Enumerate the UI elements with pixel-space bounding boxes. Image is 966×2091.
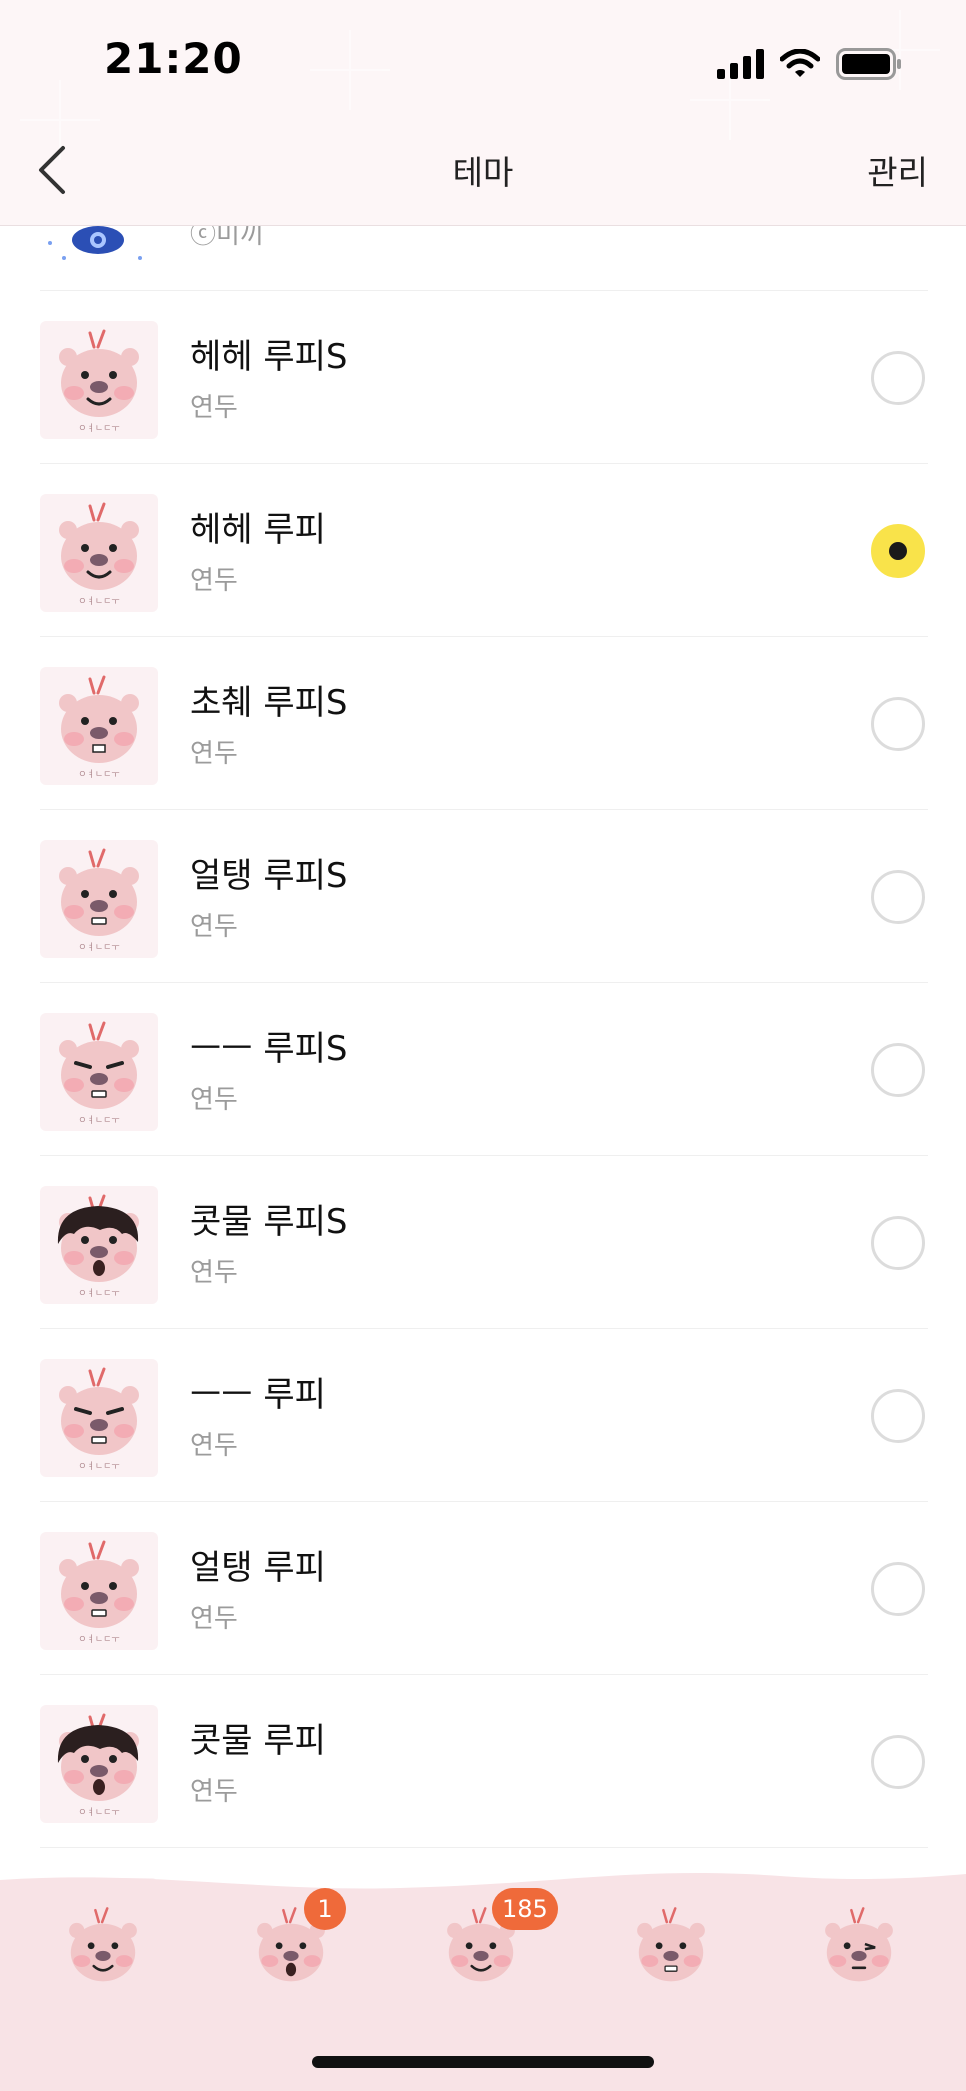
- tab-shopping[interactable]: [616, 1900, 726, 2020]
- theme-title: 콧물 루피S: [190, 1202, 348, 1242]
- theme-item[interactable]: ㅇㅕㄴㄷㅜ 콧물 루피 연두: [40, 1675, 928, 1848]
- wifi-icon: [780, 49, 820, 79]
- theme-item[interactable]: ㅇㅕㄴㄷㅜ 헤헤 루피S 연두: [40, 291, 928, 464]
- home-indicator: [312, 2056, 654, 2068]
- theme-item[interactable]: ㅇㅕㄴㄷㅜ 얼탱 루피S 연두: [40, 810, 928, 983]
- svg-text:ㅇㅕㄴㄷㅜ: ㅇㅕㄴㄷㅜ: [78, 942, 119, 953]
- theme-item[interactable]: ㅇㅕㄴㄷㅜ ㅡㅡ 루피S 연두: [40, 983, 928, 1156]
- theme-author: 연두: [190, 1604, 238, 1634]
- theme-item[interactable]: ㅇㅕㄴㄷㅜ ㅡㅡ 루피 연두: [40, 1329, 928, 1502]
- theme-radio[interactable]: [871, 1735, 925, 1789]
- theme-author: 연두: [190, 1085, 238, 1115]
- loopy-thumbnail: ㅇㅕㄴㄷㅜ: [40, 1186, 158, 1304]
- theme-title: 콧물 루피: [190, 1721, 326, 1761]
- theme-item[interactable]: ㅇㅕㄴㄷㅜ 얼탱 루피 연두: [40, 1502, 928, 1675]
- tab-friends[interactable]: [48, 1900, 158, 2020]
- theme-radio[interactable]: [871, 697, 925, 751]
- theme-title: 얼탱 루피: [190, 1548, 326, 1588]
- tab-chats[interactable]: 1: [236, 1888, 346, 2020]
- svg-text:ㅇㅕㄴㄷㅜ: ㅇㅕㄴㄷㅜ: [78, 1461, 119, 1472]
- svg-text:ㅇㅕㄴㄷㅜ: ㅇㅕㄴㄷㅜ: [78, 1115, 119, 1126]
- status-icons: [717, 44, 902, 84]
- loopy-thumbnail: ㅇㅕㄴㄷㅜ: [40, 667, 158, 785]
- theme-radio[interactable]: [871, 1562, 925, 1616]
- loopy-thumbnail: ㅇㅕㄴㄷㅜ: [40, 321, 158, 439]
- tab-more[interactable]: [804, 1900, 914, 2020]
- svg-text:ㅇㅕㄴㄷㅜ: ㅇㅕㄴㄷㅜ: [78, 1288, 119, 1299]
- theme-item[interactable]: ㅇㅕㄴㄷㅜ 헤헤 루피 연두: [40, 464, 928, 637]
- openchat-badge: 185: [492, 1888, 558, 1930]
- back-button[interactable]: [22, 138, 82, 202]
- theme-title: 얼탱 루피S: [190, 856, 348, 896]
- svg-text:ㅇㅕㄴㄷㅜ: ㅇㅕㄴㄷㅜ: [78, 769, 119, 780]
- svg-text:ㅇㅕㄴㄷㅜ: ㅇㅕㄴㄷㅜ: [78, 1634, 119, 1645]
- loopy-more-icon: [825, 1907, 893, 1982]
- theme-title: ㅡㅡ 루피: [190, 1375, 326, 1415]
- loopy-thumbnail: ㅇㅕㄴㄷㅜ: [40, 1013, 158, 1131]
- tab-openchat[interactable]: 185: [426, 1888, 558, 2020]
- chevron-left-icon: [39, 146, 65, 194]
- theme-author: 연두: [190, 566, 238, 596]
- theme-author: 연두: [190, 912, 238, 942]
- battery-icon: [836, 48, 902, 80]
- theme-radio[interactable]: [871, 1389, 925, 1443]
- theme-title: 헤헤 루피: [190, 510, 326, 550]
- theme-title: 헤헤 루피S: [190, 337, 348, 377]
- svg-text:ㅇㅕㄴㄷㅜ: ㅇㅕㄴㄷㅜ: [78, 423, 119, 434]
- loopy-friends-icon: [69, 1907, 137, 1982]
- theme-radio[interactable]: [871, 870, 925, 924]
- loopy-thumbnail: ㅇㅕㄴㄷㅜ: [40, 494, 158, 612]
- loopy-shopping-icon: [637, 1907, 705, 1982]
- theme-radio[interactable]: [871, 351, 925, 405]
- manage-button[interactable]: 관리: [867, 146, 928, 194]
- theme-author: 연두: [190, 393, 238, 423]
- theme-title: ㅡㅡ 루피S: [190, 1029, 348, 1069]
- svg-text:ㅇㅕㄴㄷㅜ: ㅇㅕㄴㄷㅜ: [78, 596, 119, 607]
- theme-radio[interactable]: [871, 1043, 925, 1097]
- status-time: 21:20: [104, 34, 243, 83]
- theme-item[interactable]: ㅇㅕㄴㄷㅜ 콧물 루피S 연두: [40, 1156, 928, 1329]
- loopy-thumbnail: ㅇㅕㄴㄷㅜ: [40, 1359, 158, 1477]
- svg-text:ㅇㅕㄴㄷㅜ: ㅇㅕㄴㄷㅜ: [78, 1807, 119, 1818]
- theme-author: 연두: [190, 739, 238, 769]
- chats-badge: 1: [304, 1888, 346, 1930]
- theme-author: 연두: [190, 1258, 238, 1288]
- theme-radio[interactable]: [871, 524, 925, 578]
- theme-author: 연두: [190, 1777, 238, 1807]
- page-title: 테마: [452, 153, 514, 192]
- loopy-thumbnail: ㅇㅕㄴㄷㅜ: [40, 1532, 158, 1650]
- cellular-signal-icon: [717, 49, 764, 79]
- top-bar: 21:20 테마 관리: [0, 0, 966, 226]
- theme-radio[interactable]: [871, 1216, 925, 1270]
- loopy-thumbnail: ㅇㅕㄴㄷㅜ: [40, 840, 158, 958]
- loopy-thumbnail: ㅇㅕㄴㄷㅜ: [40, 1705, 158, 1823]
- theme-item[interactable]: ㅇㅕㄴㄷㅜ 초췌 루피S 연두: [40, 637, 928, 810]
- theme-title: 초췌 루피S: [190, 683, 348, 723]
- theme-author: 연두: [190, 1431, 238, 1461]
